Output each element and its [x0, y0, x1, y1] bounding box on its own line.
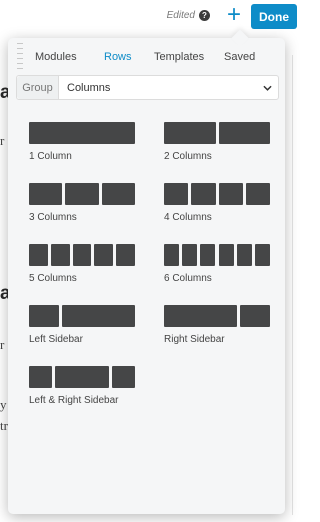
tab-rows[interactable]: Rows	[104, 51, 132, 63]
tab-templates[interactable]: Templates	[154, 51, 204, 63]
row-layout-1-column[interactable]: 1 Column	[29, 122, 135, 162]
group-select-label: Group	[17, 76, 59, 99]
chevron-down-icon[interactable]	[256, 76, 278, 99]
column-block	[54, 366, 110, 388]
top-bar: Edited ? + Done	[0, 0, 300, 34]
content-panel: Modules Rows Templates Saved Group Colum…	[8, 29, 285, 514]
column-block	[254, 244, 270, 266]
column-block	[200, 244, 216, 266]
column-block	[72, 244, 92, 266]
row-layout-2-columns[interactable]: 2 Columns	[164, 122, 270, 162]
column-block	[94, 244, 114, 266]
row-layout-6-columns[interactable]: 6 Columns	[164, 244, 270, 284]
done-button[interactable]: Done	[251, 4, 297, 29]
panel-tabs: Modules Rows Templates Saved	[8, 38, 285, 76]
row-layout-preview	[164, 122, 270, 144]
row-layout-label: 1 Column	[29, 151, 72, 162]
column-block	[101, 183, 135, 205]
help-icon[interactable]: ?	[199, 10, 210, 21]
column-block	[164, 244, 180, 266]
column-block	[239, 305, 270, 327]
column-block	[29, 122, 135, 144]
column-block	[218, 244, 234, 266]
group-select[interactable]: Group Columns	[16, 75, 279, 100]
column-block	[62, 305, 135, 327]
row-layout-5-columns[interactable]: 5 Columns	[29, 244, 135, 284]
column-block	[182, 244, 198, 266]
column-block	[164, 122, 216, 144]
row-layout-preview	[164, 305, 270, 327]
tab-modules[interactable]: Modules	[35, 51, 77, 63]
row-layout-preview	[29, 244, 135, 266]
row-layout-preview	[29, 305, 135, 327]
row-layout-preview	[164, 244, 270, 266]
add-content-button[interactable]: +	[224, 3, 244, 29]
column-block	[164, 305, 237, 327]
column-block	[65, 183, 99, 205]
row-layout-left-right-sidebar[interactable]: Left & Right Sidebar	[29, 366, 135, 406]
group-select-value[interactable]: Columns	[59, 76, 256, 99]
row-layout-label: 6 Columns	[164, 273, 212, 284]
row-layout-right-sidebar[interactable]: Right Sidebar	[164, 305, 270, 345]
row-layout-label: 4 Columns	[164, 212, 212, 223]
row-layout-4-columns[interactable]: 4 Columns	[164, 183, 271, 223]
column-block	[29, 305, 60, 327]
row-layout-label: 5 Columns	[29, 273, 77, 284]
row-layout-preview	[164, 183, 271, 205]
column-block	[218, 183, 243, 205]
column-block	[236, 244, 252, 266]
column-block	[218, 122, 270, 144]
edited-status: Edited ?	[167, 10, 210, 21]
row-layout-label: Left Sidebar	[29, 334, 83, 345]
column-block	[29, 244, 48, 266]
edited-label: Edited	[166, 10, 195, 21]
column-block	[29, 183, 63, 205]
row-layout-left-sidebar[interactable]: Left Sidebar	[29, 305, 135, 345]
row-layout-label: Right Sidebar	[164, 334, 225, 345]
row-layout-preview	[29, 366, 135, 388]
row-layout-label: 2 Columns	[164, 151, 212, 162]
background-divider	[292, 55, 293, 515]
row-layout-preview	[29, 183, 135, 205]
row-layout-preview	[29, 122, 135, 144]
row-layout-label: 3 Columns	[29, 212, 77, 223]
column-block	[245, 183, 271, 205]
column-block	[116, 244, 135, 266]
column-block	[50, 244, 70, 266]
column-block	[112, 366, 135, 388]
column-block	[29, 366, 52, 388]
column-block	[164, 183, 189, 205]
row-layout-3-columns[interactable]: 3 Columns	[29, 183, 135, 223]
row-layout-label: Left & Right Sidebar	[29, 395, 119, 406]
column-block	[191, 183, 216, 205]
tab-saved[interactable]: Saved	[224, 51, 255, 63]
